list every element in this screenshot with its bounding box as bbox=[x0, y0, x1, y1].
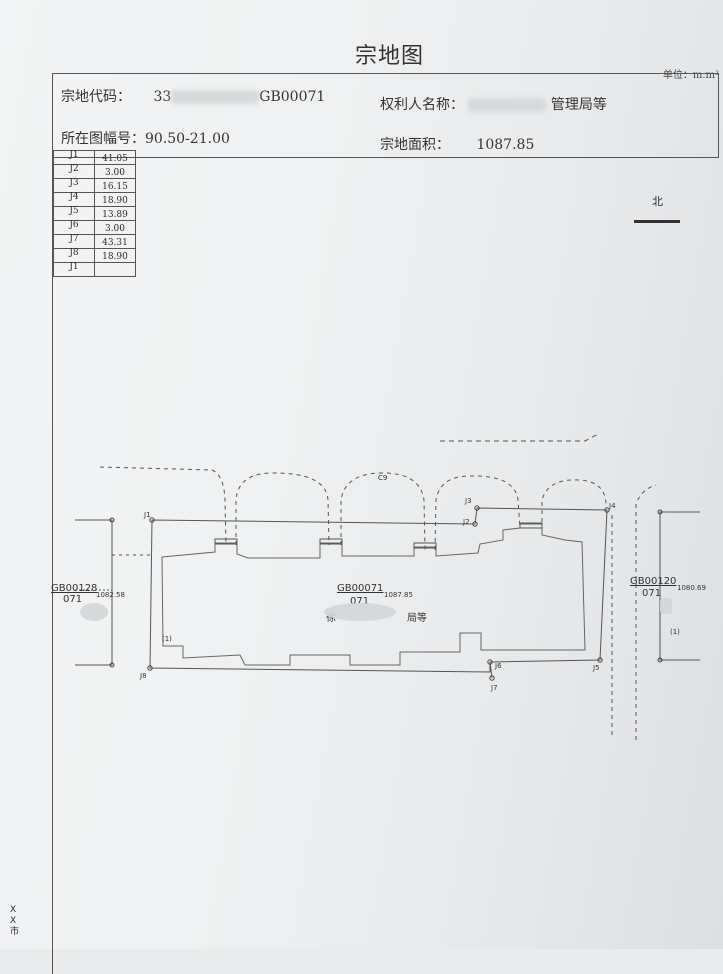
point-label: J3 bbox=[464, 497, 472, 505]
point-label: J7 bbox=[490, 684, 498, 692]
parcel-sub-code: 071 bbox=[63, 594, 82, 605]
side-margin-text: X X 市 bbox=[10, 905, 20, 937]
parcel-id: GB00120 bbox=[630, 576, 676, 587]
point-label: J1 bbox=[143, 511, 151, 519]
building-marker: (1) bbox=[162, 635, 172, 643]
point-label: J4 bbox=[608, 502, 616, 510]
document-page: 宗地图 单位：m.m² 宗地代码： 33 GB00071 权利人名称： 管理局等 … bbox=[0, 0, 723, 974]
point-label: J2 bbox=[462, 518, 470, 526]
redacted-mark bbox=[660, 598, 672, 614]
parcel-id: GB00128 bbox=[51, 583, 97, 594]
parcel-area: 1087.85 bbox=[384, 591, 413, 599]
road-line bbox=[440, 432, 601, 442]
parcel-owner-suffix: 局等 bbox=[407, 611, 427, 624]
parcel-sub-code: 071 bbox=[642, 588, 661, 599]
map-annotation: C9 bbox=[378, 474, 387, 482]
building-marker: (1) bbox=[670, 628, 680, 636]
point-label: J6 bbox=[494, 662, 502, 670]
building-outline bbox=[161, 523, 586, 666]
road-right bbox=[611, 484, 657, 740]
parcel-area: 1080.69 bbox=[677, 584, 706, 592]
parcel-id: GB00071 bbox=[337, 583, 383, 594]
point-label: J8 bbox=[139, 672, 147, 680]
redacted-mark bbox=[324, 603, 396, 621]
parcel-area: 1082.58 bbox=[96, 591, 125, 599]
point-label: J5 bbox=[592, 664, 600, 672]
redacted-mark bbox=[80, 603, 108, 621]
parcel-map: J1 J3 J2 J4 J5 J6 J7 J8 (1) (1) C9 GB000… bbox=[51, 432, 706, 740]
